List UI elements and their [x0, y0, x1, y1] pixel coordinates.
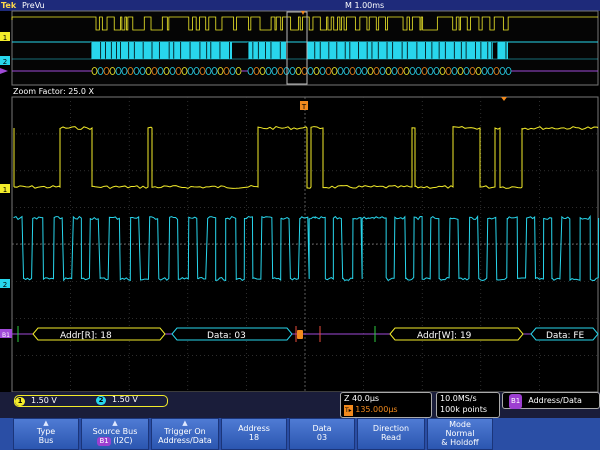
mode-button[interactable]: Mode Normal & Holdoff	[427, 418, 493, 450]
source-bus-tag: B1	[97, 437, 111, 446]
trigger-on-button[interactable]: ▲ Trigger On Address/Data	[151, 418, 219, 450]
bus-frame-label-2: Data: 03	[207, 331, 246, 341]
trigger-position-icon: T▸	[344, 405, 353, 416]
zoom-scale: Z 40.0µs	[344, 394, 380, 403]
address-value: 18	[248, 433, 260, 442]
source-bus-label: Source Bus	[92, 427, 138, 436]
type-button[interactable]: ▲ Type Bus	[13, 418, 79, 450]
bus-display: Address/Data	[528, 396, 582, 405]
bus-trigger-readout[interactable]: B1 Address/Data	[502, 392, 600, 409]
horizontal-readout[interactable]: Z 40.0µs T▸ 135.000µs	[340, 392, 432, 418]
data-value: 03	[316, 433, 328, 442]
direction-label: Direction	[372, 424, 410, 433]
direction-value: Read	[380, 433, 402, 442]
chevron-up-icon: ▲	[182, 419, 188, 427]
ch2-scale: 1.50 V	[112, 395, 138, 404]
source-bus-button[interactable]: ▲ Source Bus B1 (I2C)	[81, 418, 149, 450]
type-value: Bus	[38, 436, 54, 445]
ch2-number: 2	[96, 396, 106, 405]
ch1-scale: 1.50 V	[31, 396, 57, 405]
mode-label: Mode	[449, 420, 471, 429]
overview-ch1-label: 1	[3, 34, 7, 42]
record-length: 100k points	[440, 405, 488, 414]
bus-frame-label-4: Data: FE	[546, 331, 585, 341]
sample-rate: 10.0MS/s	[440, 394, 477, 403]
address-button[interactable]: Address 18	[221, 418, 287, 450]
bus-marker-label: B1	[2, 332, 10, 339]
status-readout-bar: 1 1.50 V 2 1.50 V Z 40.0µs T▸ 135.000µs 10…	[0, 392, 600, 418]
chevron-up-icon: ▲	[43, 419, 49, 427]
data-button[interactable]: Data 03	[289, 418, 355, 450]
direction-button[interactable]: Direction Read	[357, 418, 425, 450]
data-label: Data	[312, 424, 332, 433]
trigger-position: 135.000µs	[355, 405, 398, 414]
trigger-on-value: Address/Data	[158, 436, 212, 445]
overview-bus-marker	[0, 68, 8, 74]
mode-value-1: Normal	[445, 429, 475, 438]
trigger-on-label: Trigger On	[164, 427, 206, 436]
waveform-display: 1 2 Addr[R]: 18 Data: 03 Addr[W]: 19 Dat…	[0, 10, 600, 392]
chevron-up-icon: ▲	[112, 419, 118, 427]
overview-ch2-label: 2	[3, 58, 7, 66]
ch2-marker-label: 2	[3, 281, 7, 289]
zoom-factor-label: Zoom Factor: 25.0 X	[13, 87, 95, 96]
ch1-marker-label: 1	[3, 186, 7, 194]
bus-frame-label-3: Addr[W]: 19	[417, 331, 472, 341]
bus-frame-label-1: Addr[R]: 18	[60, 331, 112, 341]
acquisition-readout[interactable]: 10.0MS/s 100k points	[436, 392, 500, 418]
mode-value-2: & Holdoff	[441, 438, 479, 447]
source-bus-value: (I2C)	[113, 436, 133, 445]
ch1-number: 1	[15, 397, 25, 406]
type-label: Type	[36, 427, 56, 436]
trigger-marker-label: T	[301, 103, 307, 111]
bus-number: B1	[509, 394, 523, 409]
ch2-scale-readout[interactable]: 2 1.50 V	[96, 395, 186, 405]
address-label: Address	[238, 424, 270, 433]
